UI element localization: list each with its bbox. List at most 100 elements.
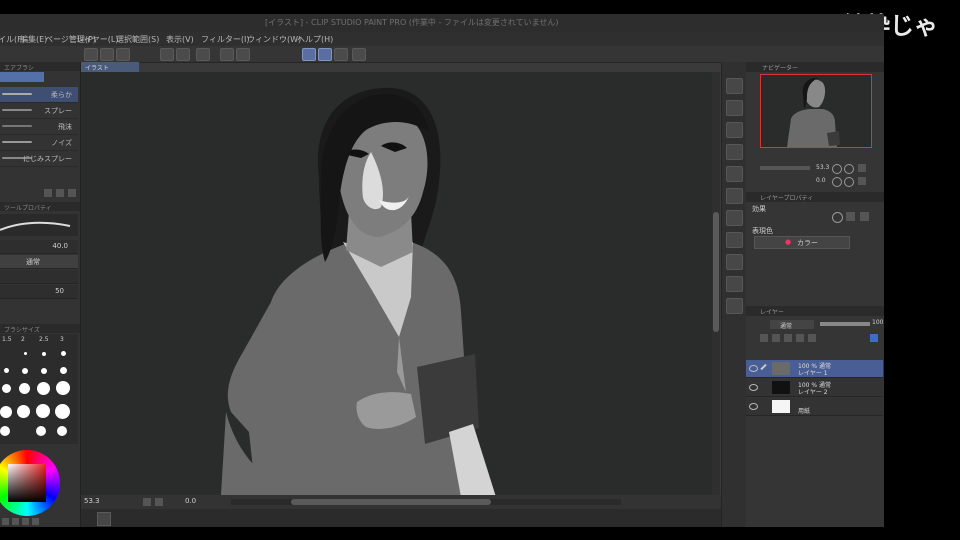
size-dot[interactable]	[60, 367, 67, 374]
redo-icon[interactable]	[176, 48, 190, 61]
fill-icon[interactable]	[220, 48, 234, 61]
size-dot[interactable]	[22, 368, 28, 374]
drawing-canvas[interactable]	[81, 72, 712, 495]
scroll-thumb[interactable]	[291, 499, 491, 505]
material-3-icon[interactable]	[726, 166, 743, 182]
save-icon[interactable]	[116, 48, 130, 61]
horizontal-scrollbar[interactable]	[231, 499, 621, 505]
hardness-field[interactable]	[0, 270, 78, 284]
subtool-tab-active[interactable]	[0, 72, 44, 82]
color-square[interactable]	[8, 464, 46, 502]
size-dot[interactable]	[2, 384, 11, 393]
brush-size-palette[interactable]: 1.5 2 2.5 3	[0, 334, 78, 444]
folder-icon[interactable]	[726, 232, 743, 248]
brush-blur-spray[interactable]: にじみスプレー	[0, 151, 78, 167]
new-file-icon[interactable]	[84, 48, 98, 61]
draft-icon[interactable]	[796, 334, 804, 342]
layer-opacity-slider[interactable]	[820, 322, 870, 326]
size-dot[interactable]	[24, 352, 27, 355]
zoom-out-icon[interactable]	[143, 498, 151, 506]
material-2-icon[interactable]	[726, 144, 743, 160]
brush-splash[interactable]: 飛沫	[0, 119, 78, 135]
folder-2-icon[interactable]	[726, 254, 743, 270]
transform-icon[interactable]	[236, 48, 250, 61]
size-dot[interactable]	[36, 404, 50, 418]
rotate-right-icon[interactable]	[844, 177, 854, 187]
material-4-icon[interactable]	[726, 188, 743, 204]
color-wheel[interactable]	[0, 450, 60, 516]
clip-icon[interactable]	[772, 334, 780, 342]
navigator-slider[interactable]	[760, 166, 810, 170]
brush-spray[interactable]: スプレー	[0, 103, 78, 119]
eye-icon[interactable]	[749, 365, 758, 372]
size-dot[interactable]	[55, 404, 70, 419]
effect-buttons[interactable]	[832, 212, 880, 223]
undo-icon[interactable]	[160, 48, 174, 61]
blend-mode-select[interactable]: 通常	[0, 255, 78, 269]
palette-color-icon[interactable]	[870, 334, 878, 342]
menu-window[interactable]: ウィンドウ(W)	[247, 34, 301, 45]
clear-icon[interactable]	[196, 48, 210, 61]
snap-special-ruler-icon[interactable]	[318, 48, 332, 61]
snap-ruler-icon[interactable]	[302, 48, 316, 61]
open-file-icon[interactable]	[100, 48, 114, 61]
menu-selection[interactable]: 選択範囲(S)	[116, 34, 159, 45]
menu-help[interactable]: ヘルプ(H)	[297, 34, 333, 45]
menu-filter[interactable]: フィルター(I)	[201, 34, 249, 45]
brush-size-header: ブラシサイズ	[0, 324, 80, 334]
mask-icon[interactable]	[808, 334, 816, 342]
size-dot[interactable]	[41, 368, 47, 374]
eye-icon[interactable]	[749, 384, 758, 391]
brush-soft[interactable]: 柔らか	[0, 87, 78, 103]
size-dot[interactable]	[37, 382, 50, 395]
rotation-readout[interactable]: 0.0	[185, 497, 196, 505]
rotate-left-icon[interactable]	[832, 177, 842, 187]
size-dot[interactable]	[0, 406, 12, 418]
size-dot[interactable]	[42, 352, 46, 356]
navigator-icon[interactable]	[726, 78, 743, 94]
menu-layer[interactable]: レイヤー(L)	[76, 34, 118, 45]
opacity-field[interactable]: 50	[0, 285, 78, 299]
size-dot[interactable]	[61, 351, 66, 356]
layer-row[interactable]: 100 % 通常 レイヤー 1	[746, 360, 883, 378]
zoom-readout[interactable]: 53.3	[84, 497, 100, 505]
layer-row[interactable]: 用紙	[746, 398, 883, 416]
color-panel-icons[interactable]	[2, 518, 66, 526]
navigator-preview[interactable]	[760, 74, 872, 148]
size-dot[interactable]	[57, 426, 67, 436]
eye-icon[interactable]	[749, 403, 758, 410]
size-dot[interactable]	[17, 405, 30, 418]
size-field[interactable]: 40.0	[0, 240, 78, 254]
layer-blend-select[interactable]: 通常	[770, 320, 814, 330]
reference-icon[interactable]	[784, 334, 792, 342]
zoom-in-icon[interactable]	[155, 498, 163, 506]
zoom-out-icon[interactable]	[832, 164, 842, 174]
layer-panel-toggle-icon[interactable]	[97, 512, 111, 526]
vertical-scrollbar[interactable]	[712, 72, 720, 509]
sub-view-icon[interactable]	[726, 100, 743, 116]
expression-color-select[interactable]: ● カラー	[754, 236, 850, 249]
size-dot[interactable]	[56, 381, 70, 395]
menu-edit[interactable]: 編集(E)	[20, 34, 47, 45]
lock-icon[interactable]	[760, 334, 768, 342]
size-dot[interactable]	[4, 368, 9, 373]
material-icon[interactable]	[726, 122, 743, 138]
flip-icon[interactable]	[858, 177, 866, 185]
brush-noise[interactable]: ノイズ	[0, 135, 78, 151]
size-dot[interactable]	[0, 426, 10, 436]
material-5-icon[interactable]	[726, 210, 743, 226]
fit-icon[interactable]	[858, 164, 866, 172]
scroll-thumb[interactable]	[713, 212, 719, 332]
folder-4-icon[interactable]	[726, 298, 743, 314]
folder-3-icon[interactable]	[726, 276, 743, 292]
settings-icon[interactable]	[352, 48, 366, 61]
menu-view[interactable]: 表示(V)	[166, 34, 194, 45]
pen-icon	[760, 363, 767, 371]
snap-grid-icon[interactable]	[334, 48, 348, 61]
size-dot[interactable]	[19, 383, 30, 394]
layer-row[interactable]: 100 % 通常 レイヤー 2	[746, 379, 883, 397]
subtool-action-icons[interactable]	[44, 189, 78, 198]
zoom-in-icon[interactable]	[844, 164, 854, 174]
size-dot[interactable]	[36, 426, 46, 436]
canvas-tab[interactable]: イラスト	[81, 62, 139, 72]
